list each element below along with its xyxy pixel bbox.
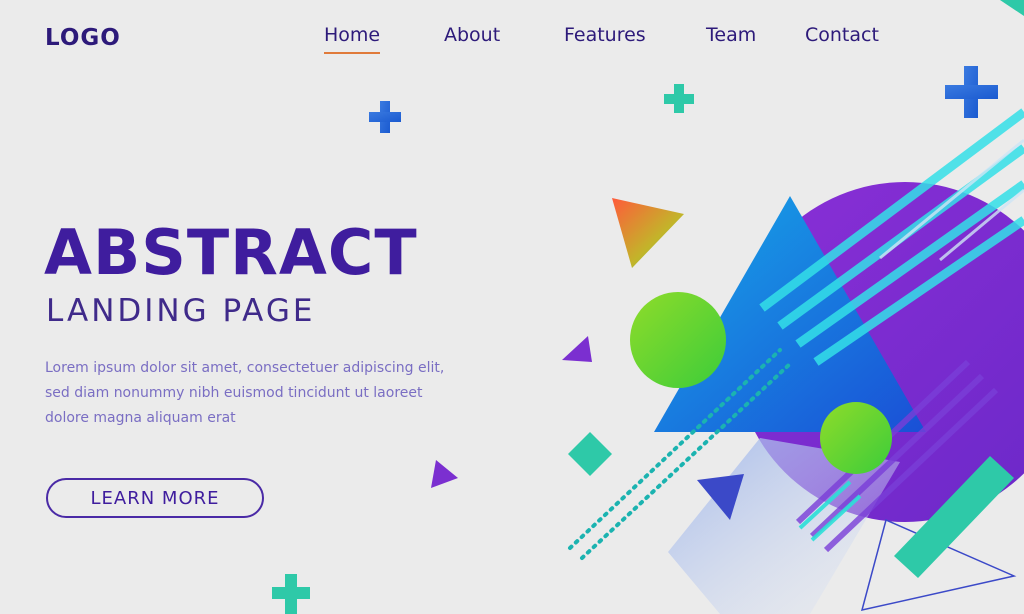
nav-item-about[interactable]: About (444, 24, 500, 46)
plus-blue-small-shape (369, 101, 401, 133)
learn-more-button[interactable]: LEARN MORE (46, 478, 264, 518)
nav-item-team[interactable]: Team (706, 24, 756, 46)
main-nav: Home About Features Team Contact (0, 24, 1024, 64)
plus-blue-large-shape (945, 66, 998, 118)
purple-triangle-small-shape (562, 336, 592, 362)
nav-item-contact[interactable]: Contact (805, 24, 879, 46)
nav-item-home[interactable]: Home (324, 24, 381, 54)
green-circle-small-shape (820, 402, 892, 474)
hero-description: Lorem ipsum dolor sit amet, consectetuer… (45, 360, 445, 426)
corner-teal-shape (1000, 0, 1024, 16)
teal-diamond-shape (568, 432, 612, 476)
hero-title: ABSTRACT (44, 216, 418, 289)
plus-teal-bottom-shape (272, 574, 310, 614)
nav-item-features[interactable]: Features (564, 24, 646, 46)
green-circle-large-shape (630, 292, 726, 388)
gradient-triangle-shape (612, 198, 684, 268)
hero-subtitle: LANDING PAGE (46, 293, 316, 329)
purple-triangle-left-shape (431, 460, 458, 488)
plus-teal-shape (664, 84, 694, 113)
